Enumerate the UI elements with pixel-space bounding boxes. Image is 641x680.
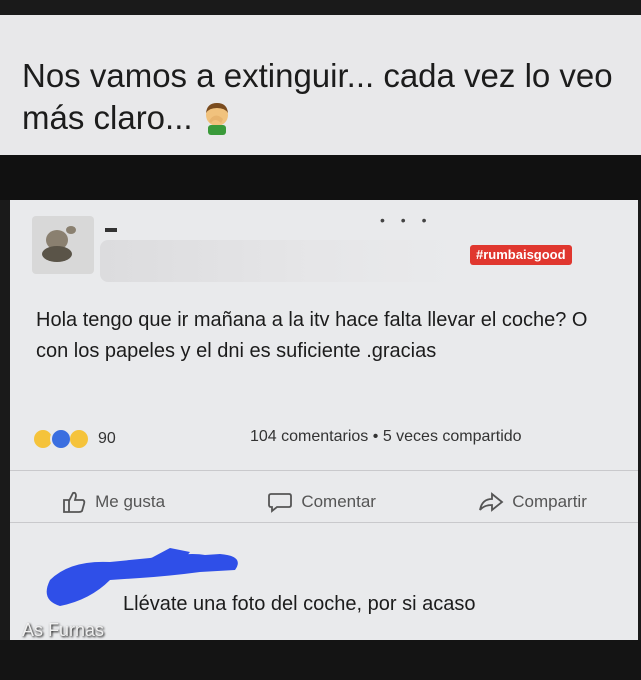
- post-text: Hola tengo que ir mañana a la itv hace f…: [36, 309, 588, 362]
- like-icon: [50, 428, 72, 450]
- reaction-count: 90: [98, 430, 116, 447]
- facepalm-emoji-icon: [199, 99, 235, 135]
- reactions-summary[interactable]: 90: [34, 428, 116, 450]
- shares-count[interactable]: 5 veces compartido: [383, 428, 522, 445]
- like-label: Me gusta: [95, 492, 166, 511]
- comment-label: Comentar: [301, 492, 376, 511]
- facebook-post: • • • #rumbaisgood Hola tengo que ir mañ…: [10, 200, 638, 640]
- share-arrow-icon: [479, 492, 504, 512]
- share-button[interactable]: Compartir: [478, 490, 587, 514]
- dark-band: [0, 155, 641, 200]
- divider: [10, 470, 638, 471]
- caption-text: Nos vamos a extinguir... cada vez lo veo…: [22, 55, 632, 139]
- like-button[interactable]: Me gusta: [61, 490, 165, 514]
- comment-bubble-icon: [268, 493, 293, 513]
- hashtag-badge[interactable]: #rumbaisgood: [470, 245, 572, 265]
- comment-button[interactable]: Comentar: [267, 490, 376, 514]
- thumbs-up-icon: [63, 491, 86, 513]
- share-label: Compartir: [512, 492, 587, 511]
- blurred-header-area: [100, 240, 460, 282]
- wow-icon: [70, 430, 88, 448]
- author-name-redacted[interactable]: [105, 228, 117, 232]
- post-stats: 104 comentarios • 5 veces compartido: [250, 428, 522, 446]
- caption-panel: Nos vamos a extinguir... cada vez lo veo…: [0, 15, 641, 155]
- watermark: As Furnas: [22, 620, 105, 640]
- stats-separator: •: [372, 428, 379, 445]
- bottom-bar: [0, 640, 641, 680]
- divider: [10, 522, 638, 523]
- comment-text: Llévate una foto del coche, por si acaso: [123, 593, 476, 615]
- comments-count[interactable]: 104 comentarios: [250, 428, 368, 445]
- action-bar: Me gusta Comentar Compartir: [10, 490, 638, 514]
- caption-label: Nos vamos a extinguir... cada vez lo veo…: [22, 57, 613, 136]
- avatar[interactable]: [32, 216, 94, 274]
- more-options-icon[interactable]: • • •: [380, 212, 432, 228]
